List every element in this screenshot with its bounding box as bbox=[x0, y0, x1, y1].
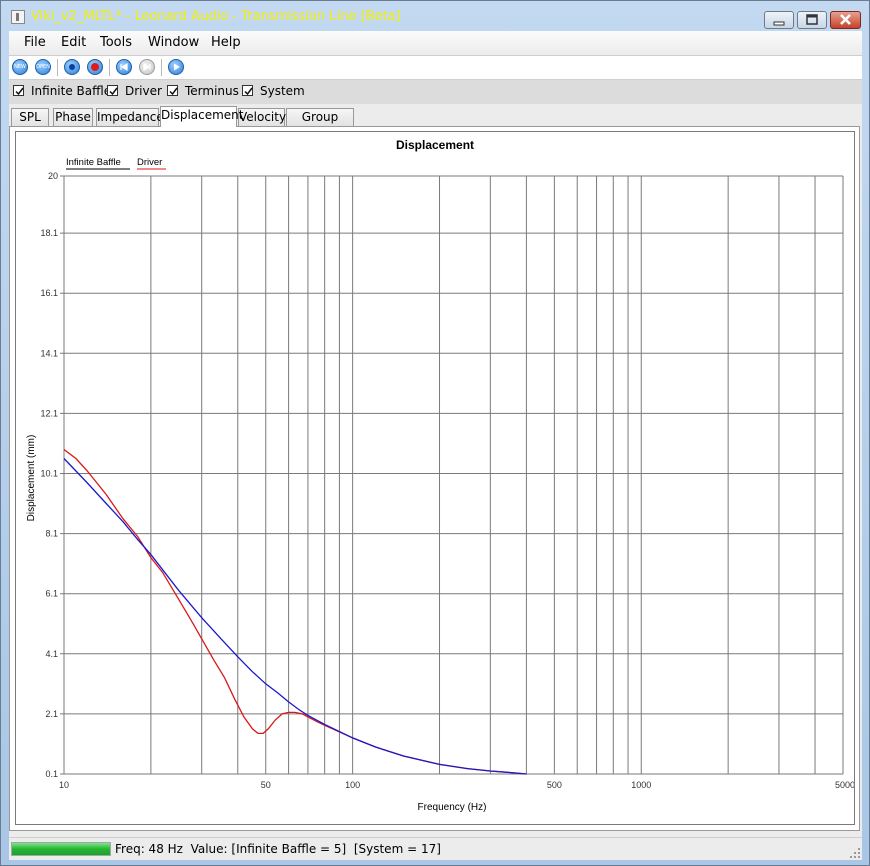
series-checkbox-bar: Infinite Baffle Driver Terminus System bbox=[9, 80, 862, 104]
tab-displacement[interactable]: Displacement bbox=[160, 106, 244, 127]
tab-group-delay[interactable]: Group Delay bbox=[286, 108, 354, 141]
y-tick-label: 18.1 bbox=[40, 228, 58, 238]
toolbar-separator bbox=[161, 59, 162, 76]
maximize-button[interactable] bbox=[797, 11, 827, 29]
y-tick-label: 0.1 bbox=[45, 769, 58, 779]
tab-velocity[interactable]: Velocity bbox=[238, 108, 286, 126]
play-icon[interactable] bbox=[168, 59, 184, 75]
series-line-infinite-baffle bbox=[63, 458, 527, 775]
legend-label: Infinite Baffle bbox=[66, 157, 121, 168]
record-red-icon[interactable] bbox=[87, 59, 103, 75]
x-tick-label: 1000 bbox=[631, 780, 651, 790]
tab-bar: SPL Phase Impedance Displacement Velocit… bbox=[9, 106, 862, 141]
app-window: Viki_v2_MLTL* - Leonard Audio - Transmis… bbox=[0, 0, 870, 866]
y-tick-label: 4.1 bbox=[45, 649, 58, 659]
toolbar-separator bbox=[57, 59, 58, 76]
step-back-icon[interactable] bbox=[116, 59, 132, 75]
tab-phase[interactable]: Phase bbox=[53, 108, 93, 126]
tab-spl[interactable]: SPL bbox=[11, 108, 49, 126]
series-line-driver bbox=[63, 448, 527, 775]
toolbar-separator bbox=[109, 59, 110, 76]
menu-bar: File Edit Tools Window Help bbox=[9, 31, 862, 55]
x-axis-label: Frequency (Hz) bbox=[418, 802, 487, 813]
checkmark-icon bbox=[244, 87, 253, 96]
checkbox-label: Terminus bbox=[185, 84, 239, 98]
minimize-button[interactable] bbox=[764, 11, 794, 29]
checkbox-box[interactable] bbox=[13, 85, 24, 96]
status-bar: Freq: 48 Hz Value: [Infinite Baffle = 5]… bbox=[9, 837, 862, 860]
checkmark-icon bbox=[15, 87, 24, 96]
client-area: File Edit Tools Window Help NEW OPEN Inf… bbox=[9, 31, 862, 860]
legend-label: Driver bbox=[137, 157, 162, 168]
close-icon bbox=[840, 14, 851, 25]
displacement-chart[interactable]: Displacement Frequency (Hz) Displacement… bbox=[16, 132, 854, 824]
chart-title: Displacement bbox=[396, 138, 474, 152]
x-tick-label: 100 bbox=[345, 780, 360, 790]
checkbox-label: Driver bbox=[125, 84, 162, 98]
checkbox-box[interactable] bbox=[167, 85, 178, 96]
x-tick-label: 500 bbox=[547, 780, 562, 790]
checkmark-icon bbox=[109, 87, 118, 96]
open-icon[interactable]: OPEN bbox=[35, 59, 51, 75]
grid bbox=[60, 175, 844, 775]
new-icon[interactable]: NEW bbox=[12, 59, 28, 75]
tab-panel: Displacement Frequency (Hz) Displacement… bbox=[9, 126, 860, 831]
progress-fill bbox=[12, 843, 110, 855]
y-tick-label: 12.1 bbox=[40, 408, 58, 418]
menu-file[interactable]: File bbox=[24, 35, 46, 50]
close-button[interactable] bbox=[830, 11, 861, 29]
title-bar[interactable]: Viki_v2_MLTL* - Leonard Audio - Transmis… bbox=[1, 1, 869, 31]
checkbox-label: System bbox=[260, 84, 305, 98]
checkbox-label: Infinite Baffle bbox=[31, 84, 112, 98]
menu-help[interactable]: Help bbox=[211, 35, 241, 50]
minimize-icon bbox=[773, 21, 785, 26]
toolbar: NEW OPEN bbox=[9, 55, 862, 80]
app-icon[interactable] bbox=[11, 10, 25, 24]
y-tick-label: 8.1 bbox=[45, 529, 58, 539]
x-tick-label: 10 bbox=[59, 780, 69, 790]
checkbox-box[interactable] bbox=[107, 85, 118, 96]
y-tick-label: 6.1 bbox=[45, 589, 58, 599]
y-axis-label: Displacement (mm) bbox=[26, 435, 37, 522]
checkbox-box[interactable] bbox=[242, 85, 253, 96]
y-tick-label: 20 bbox=[48, 171, 58, 181]
resize-grip-icon[interactable] bbox=[850, 848, 860, 858]
checkmark-icon bbox=[169, 87, 178, 96]
record-blue-icon[interactable] bbox=[64, 59, 80, 75]
window-title: Viki_v2_MLTL* - Leonard Audio - Transmis… bbox=[31, 9, 401, 24]
y-tick-label: 14.1 bbox=[40, 348, 58, 358]
menu-edit[interactable]: Edit bbox=[61, 35, 86, 50]
y-tick-label: 2.1 bbox=[45, 709, 58, 719]
menu-tools[interactable]: Tools bbox=[100, 35, 132, 50]
status-text: Freq: 48 Hz Value: [Infinite Baffle = 5]… bbox=[115, 842, 441, 856]
y-tick-label: 10.1 bbox=[40, 468, 58, 478]
x-tick-label: 5000 bbox=[835, 780, 854, 790]
maximize-icon bbox=[806, 14, 818, 25]
x-tick-label: 50 bbox=[261, 780, 271, 790]
step-forward-disabled-icon[interactable] bbox=[139, 59, 155, 75]
tab-impedance[interactable]: Impedance bbox=[96, 108, 164, 126]
y-tick-label: 16.1 bbox=[40, 288, 58, 298]
menu-window[interactable]: Window bbox=[148, 35, 199, 50]
chart-frame: Displacement Frequency (Hz) Displacement… bbox=[15, 131, 855, 825]
progress-bar bbox=[11, 842, 111, 856]
